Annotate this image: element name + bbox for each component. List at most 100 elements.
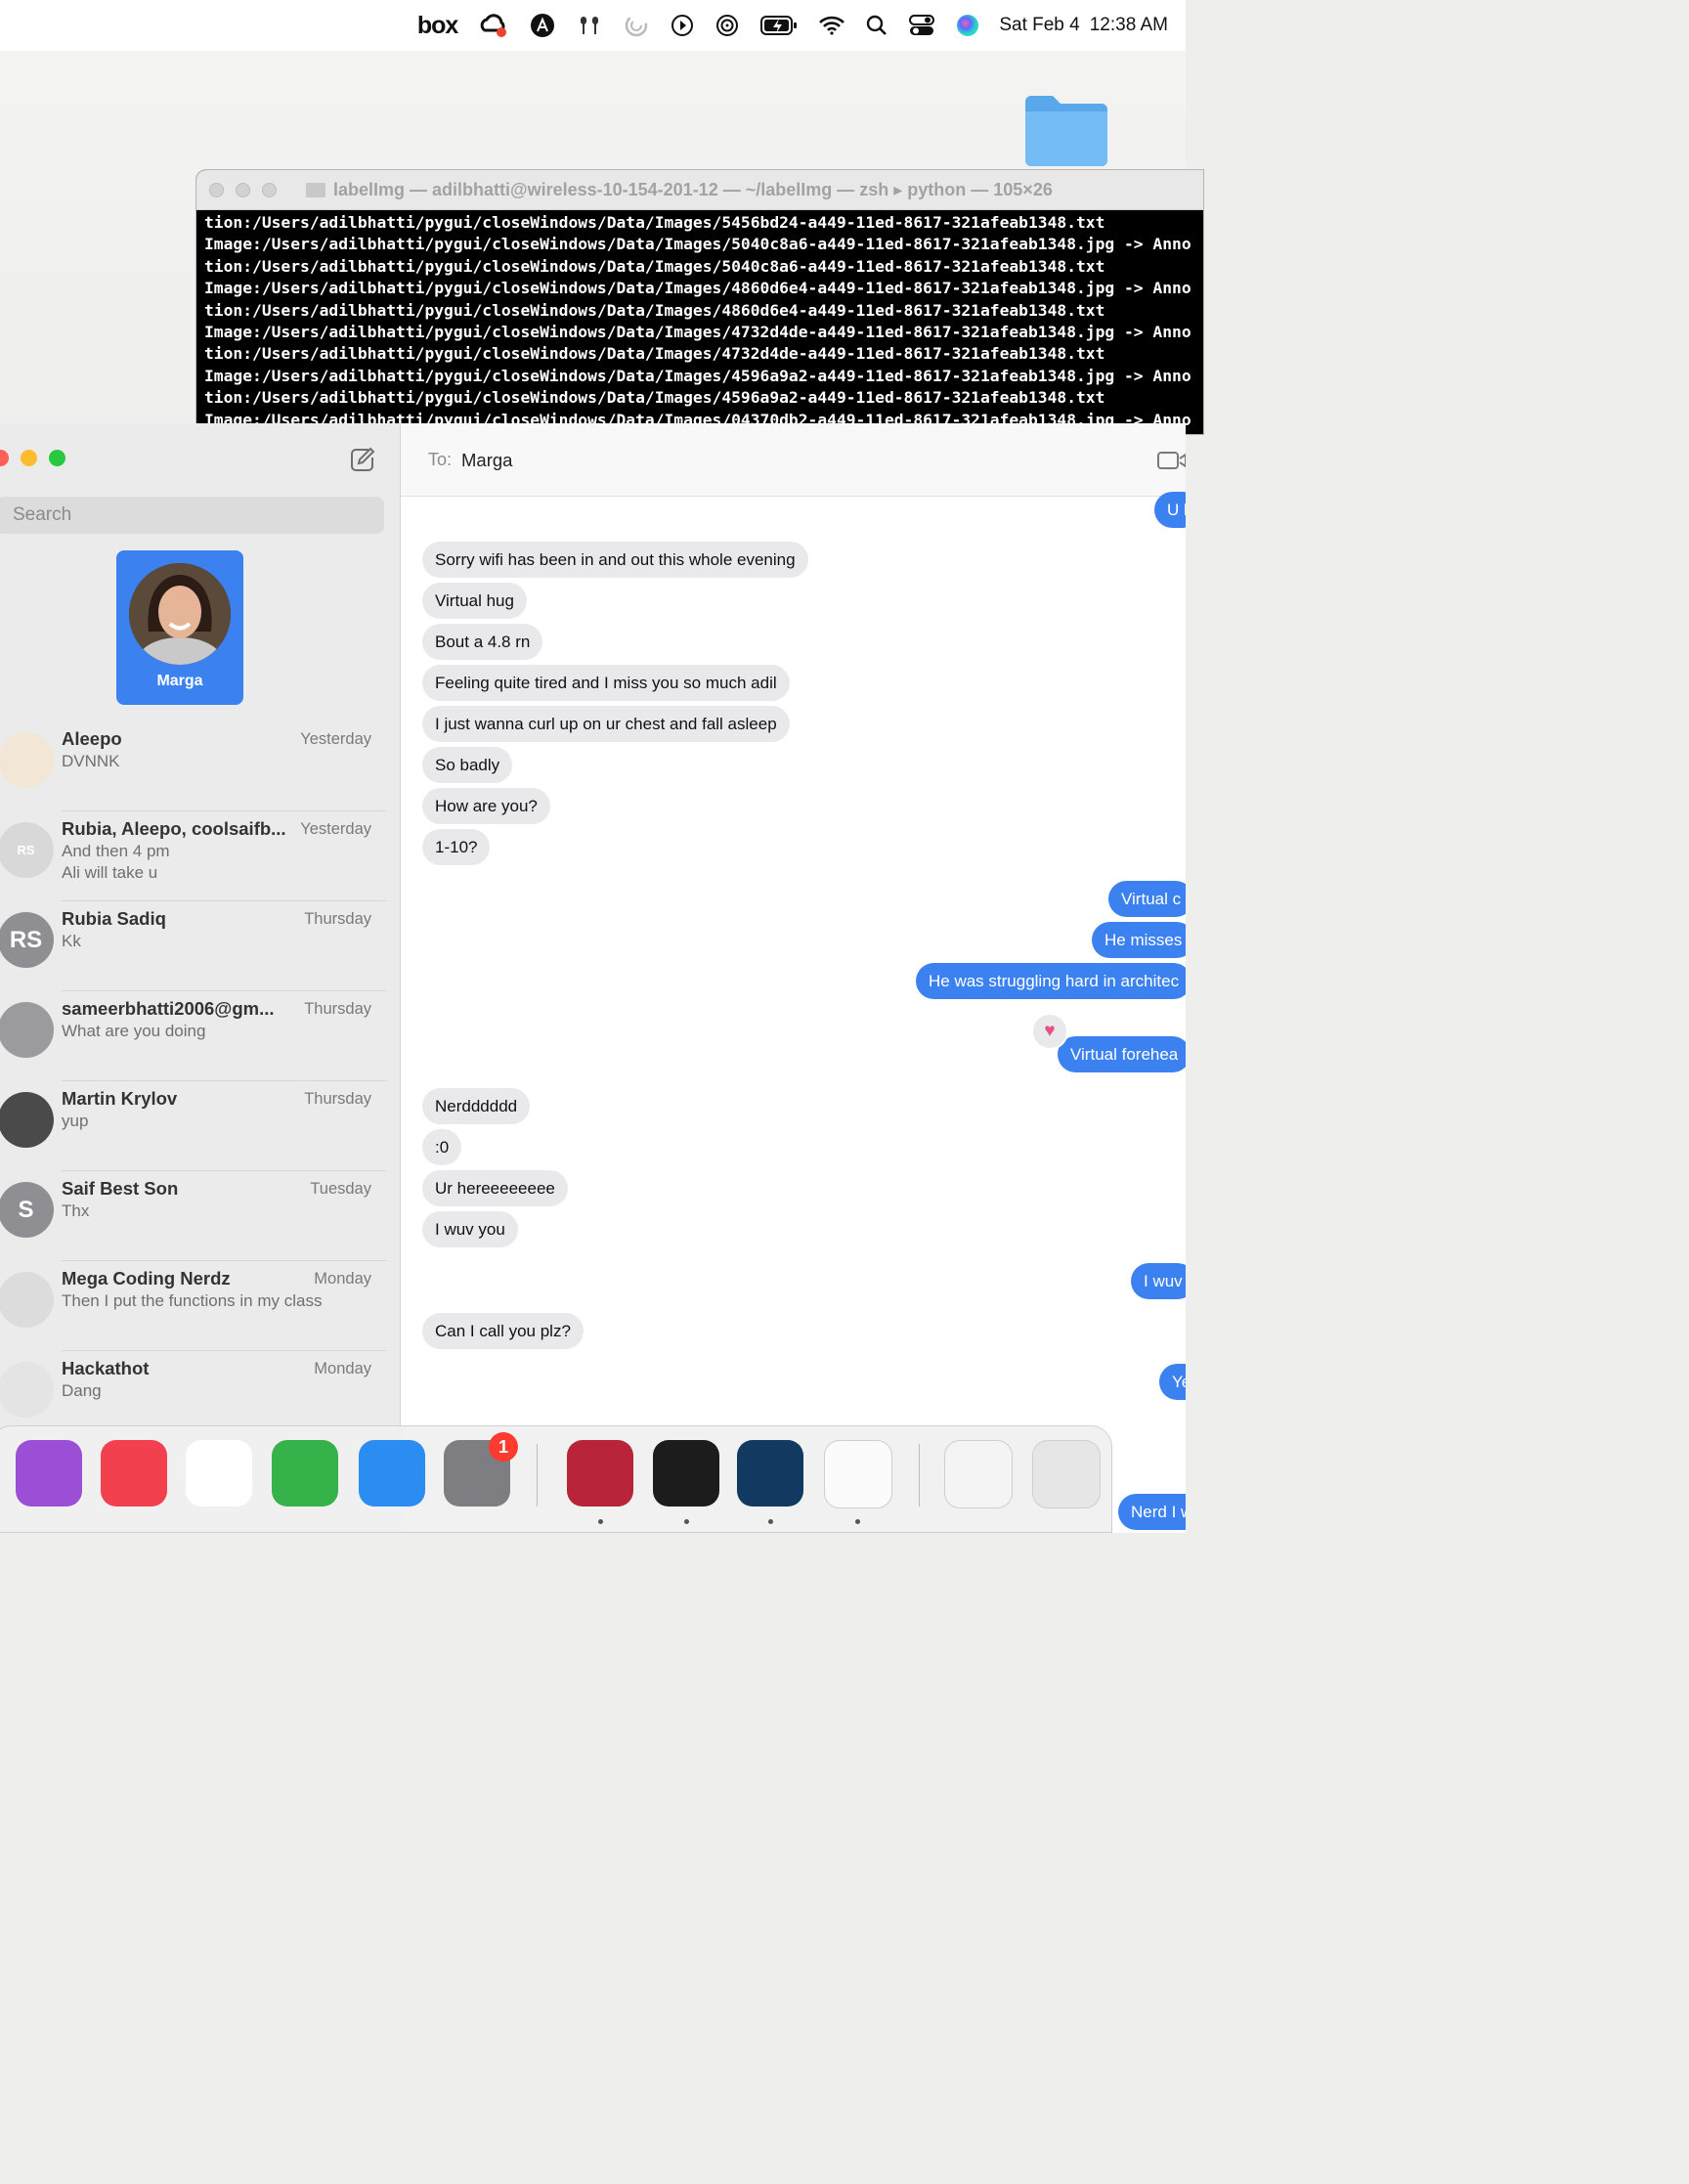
- terminal-output[interactable]: tion:/Users/adilbhatti/pygui/closeWindow…: [196, 210, 1203, 433]
- sent-message-bubble[interactable]: He was struggling hard in architec: [916, 963, 1186, 999]
- desktop-folder-icon[interactable]: [1022, 90, 1110, 168]
- terminal-app-icon[interactable]: [653, 1440, 719, 1507]
- screenshot-app-icon[interactable]: [944, 1440, 1013, 1508]
- terminal-window[interactable]: labelImg — adilbhatti@wireless-10-154-20…: [196, 170, 1203, 434]
- menu-bar-time: 12:38 AM: [1089, 15, 1168, 35]
- battery-icon[interactable]: [760, 0, 798, 51]
- avatar: [0, 1092, 54, 1148]
- received-message-bubble[interactable]: 1-10?: [416, 829, 491, 865]
- received-message-bubble[interactable]: Ur hereeeeeeee: [422, 1170, 568, 1206]
- close-button[interactable]: [0, 450, 9, 466]
- conversation-preview: Dang: [62, 1381, 102, 1400]
- conversation-preview: DVNNK: [62, 752, 120, 770]
- avatar: RS: [0, 822, 54, 878]
- messages-sidebar: Marga Aleepo Yesterday DVNNK RS Rubia, Aleep…: [0, 423, 401, 1533]
- zoom-button[interactable]: [49, 450, 65, 466]
- podcasts-app-icon[interactable]: [16, 1440, 82, 1507]
- received-message-bubble[interactable]: Nerdddddd: [422, 1088, 531, 1124]
- terminal-line: tion:/Users/adilbhatti/pygui/closeWindow…: [204, 213, 1105, 232]
- terminal-minimize-button[interactable]: [236, 182, 250, 197]
- conversation-preview: yup: [62, 1112, 89, 1130]
- music-app-icon[interactable]: [101, 1440, 167, 1507]
- app-store-app-icon[interactable]: [359, 1440, 425, 1507]
- wifi-icon[interactable]: [819, 0, 845, 51]
- terminal-zoom-button[interactable]: [262, 182, 277, 197]
- terminal-title-text: labelImg — adilbhatti@wireless-10-154-20…: [333, 179, 1053, 199]
- airpods-icon[interactable]: [577, 0, 602, 51]
- siri-icon[interactable]: [956, 0, 979, 51]
- running-indicator: [768, 1519, 773, 1524]
- recipient-name[interactable]: Marga: [461, 450, 512, 471]
- received-message-bubble[interactable]: So badly: [422, 747, 513, 783]
- conversation-row[interactable]: Mega Coding Nerdz Monday Then I put the fu…: [0, 1261, 386, 1351]
- avatar: [0, 1002, 54, 1058]
- notification-badge: 1: [489, 1432, 518, 1462]
- conversation-preview: What are you doing: [62, 1022, 206, 1040]
- video-call-icon[interactable]: [1156, 450, 1186, 471]
- dock-divider: [537, 1444, 538, 1507]
- search-field[interactable]: [0, 497, 384, 534]
- menu-bar-date: Sat Feb 4: [999, 15, 1080, 35]
- received-message-bubble[interactable]: Virtual hug: [422, 583, 527, 619]
- received-message-bubble[interactable]: :0: [422, 1129, 462, 1165]
- sent-message-bubble[interactable]: U l: [1154, 492, 1186, 528]
- conversation-row[interactable]: Aleepo Yesterday DVNNK: [0, 721, 386, 811]
- conversation-row[interactable]: Martin Krylov Thursday yup: [0, 1081, 386, 1171]
- conversation-row[interactable]: RS Rubia Sadiq Thursday Kk: [0, 901, 386, 991]
- terminal-line: Image:/Users/adilbhatti/pygui/closeWindo…: [204, 323, 1191, 342]
- terminal-close-button[interactable]: [209, 182, 224, 197]
- conversation-name: sameerbhatti2006@gm...: [62, 998, 275, 1019]
- airdrop-icon[interactable]: [715, 0, 739, 51]
- pinned-name: Marga: [156, 673, 203, 689]
- conversation-name: Saif Best Son: [62, 1178, 179, 1199]
- chat-header: To: Marga: [401, 423, 1186, 497]
- sent-message-bubble[interactable]: Virtual forehea: [1058, 1036, 1186, 1072]
- play-icon[interactable]: [671, 0, 694, 51]
- sent-message-bubble[interactable]: Ye: [1159, 1364, 1186, 1400]
- received-message-bubble[interactable]: Feeling quite tired and I miss you so mu…: [422, 665, 790, 701]
- spotlight-search-icon[interactable]: [866, 0, 888, 51]
- search-input[interactable]: [11, 503, 384, 527]
- received-message-bubble[interactable]: I wuv you: [417, 1211, 518, 1247]
- sent-message-bubble[interactable]: Nerd I w: [1118, 1494, 1186, 1530]
- conversation-name: Aleepo: [62, 728, 122, 749]
- sent-message-bubble[interactable]: Virtual c: [1108, 881, 1186, 917]
- avatar: [129, 563, 231, 665]
- terminal-line: Image:/Users/adilbhatti/pygui/closeWindo…: [204, 235, 1191, 254]
- running-indicator: [598, 1519, 603, 1524]
- numbers-app-icon[interactable]: [272, 1440, 338, 1507]
- conversation-row[interactable]: S Saif Best Son Tuesday Thx: [0, 1171, 386, 1261]
- sync-spinner-icon[interactable]: [624, 0, 649, 51]
- steam-app-icon[interactable]: [737, 1440, 803, 1507]
- heart-tapback-icon[interactable]: ♥: [1031, 1013, 1068, 1050]
- received-message-bubble[interactable]: I just wanna curl up on ur chest and fal…: [422, 706, 790, 742]
- joystick-app-icon[interactable]: [567, 1440, 633, 1507]
- sent-message-bubble[interactable]: I wuv: [1131, 1263, 1186, 1299]
- menu-bar-clock[interactable]: Sat Feb 4 12:38 AM: [999, 15, 1168, 36]
- received-message-bubble[interactable]: Sorry wifi has been in and out this whol…: [422, 542, 808, 578]
- pinned-conversation[interactable]: Marga: [116, 550, 243, 705]
- minimize-button[interactable]: [21, 450, 37, 466]
- conversation-date: Yesterday: [300, 730, 371, 748]
- received-message-bubble[interactable]: Bout a 4.8 rn: [422, 624, 543, 660]
- system-settings-app-icon[interactable]: 1: [444, 1432, 518, 1507]
- terminal-title: labelImg — adilbhatti@wireless-10-154-20…: [306, 180, 1053, 200]
- menu-bar: box Sat Feb 4 12:38 AM: [0, 0, 1186, 51]
- terminal-line: Image:/Users/adilbhatti/pygui/closeWindo…: [204, 279, 1191, 298]
- received-message-bubble[interactable]: How are you?: [422, 788, 550, 824]
- trash-app-icon[interactable]: [1032, 1440, 1101, 1508]
- box-menu-icon[interactable]: box: [417, 0, 458, 51]
- creative-cloud-icon[interactable]: [479, 0, 508, 51]
- avatar: RS: [0, 912, 54, 968]
- terminal-titlebar[interactable]: labelImg — adilbhatti@wireless-10-154-20…: [196, 170, 1203, 210]
- news-app-icon[interactable]: [186, 1440, 252, 1507]
- conversation-row[interactable]: RS Rubia, Aleepo, coolsaifb... Yesterday An…: [0, 811, 386, 901]
- control-center-icon[interactable]: [909, 0, 935, 51]
- sent-message-bubble[interactable]: He misses: [1092, 922, 1186, 958]
- document-app-icon[interactable]: [824, 1440, 892, 1508]
- compose-icon[interactable]: [349, 446, 376, 473]
- conversation-date: Tuesday: [310, 1180, 371, 1198]
- received-message-bubble[interactable]: Can I call you plz?: [417, 1313, 584, 1349]
- conversation-row[interactable]: sameerbhatti2006@gm... Thursday What are y…: [0, 991, 386, 1081]
- adobe-acrobat-icon[interactable]: [530, 0, 555, 51]
